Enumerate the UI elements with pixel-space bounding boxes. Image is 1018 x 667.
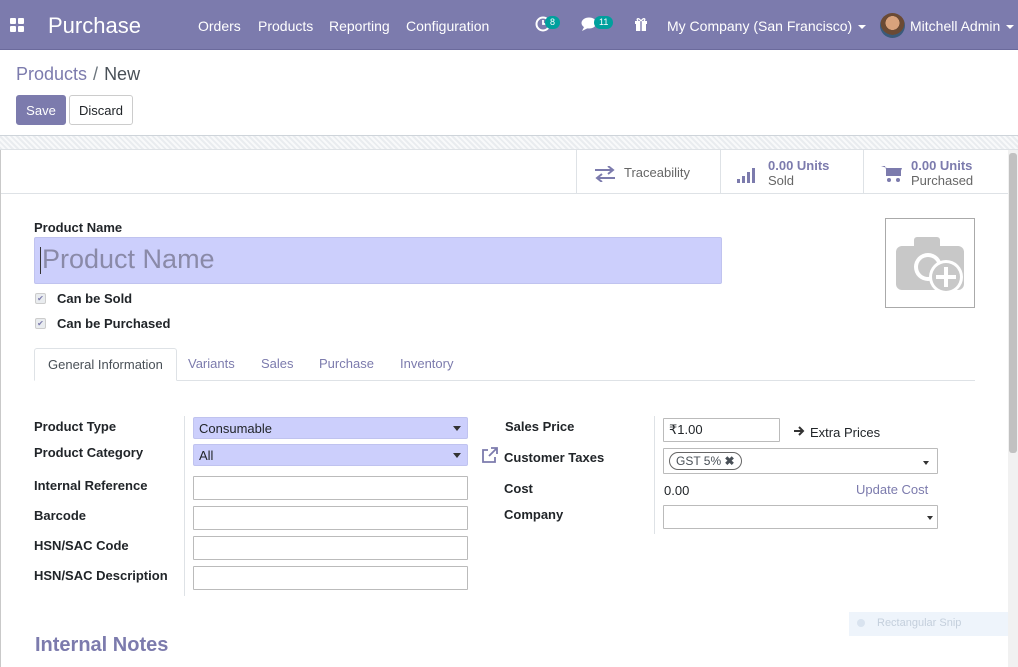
customer-taxes-label: Customer Taxes — [504, 450, 605, 465]
can-be-purchased-label: Can be Purchased — [57, 316, 171, 331]
user-menu[interactable]: Mitchell Admin — [910, 18, 1015, 34]
purchased-stat-button[interactable]: 0.00 Units Purchased — [863, 150, 1009, 194]
activity-badge: 8 — [545, 16, 561, 29]
traceability-label: Traceability — [624, 165, 690, 180]
menu-products[interactable]: Products — [258, 18, 313, 34]
text-cursor — [40, 247, 41, 275]
cost-value: 0.00 — [664, 483, 690, 498]
caret-down-icon — [453, 453, 461, 458]
signal-bars-icon — [737, 168, 755, 183]
chevron-down-icon — [1006, 25, 1015, 30]
stat-button-box: Traceability 0.00 Units Sold 0.00 Units … — [1, 150, 1009, 194]
barcode-input[interactable] — [193, 506, 468, 530]
breadcrumb-products[interactable]: Products — [16, 64, 87, 84]
sales-price-label: Sales Price — [505, 419, 575, 434]
barcode-label: Barcode — [34, 508, 87, 523]
caret-down-icon — [927, 516, 933, 520]
product-name-label: Product Name — [34, 220, 123, 235]
chevron-down-icon — [453, 426, 461, 431]
tab-inventory[interactable]: Inventory — [387, 348, 466, 381]
traceability-button[interactable]: Traceability — [576, 150, 720, 194]
menu-reporting[interactable]: Reporting — [329, 18, 390, 34]
save-button[interactable]: Save — [16, 95, 66, 125]
tab-general-information[interactable]: General Information — [34, 348, 177, 381]
tax-tag-label: GST 5% — [676, 454, 722, 468]
product-type-label: Product Type — [34, 419, 117, 434]
arrow-right-icon — [793, 425, 805, 440]
hsn-description-input[interactable] — [193, 566, 468, 590]
user-avatar[interactable] — [880, 13, 905, 38]
hsn-description-label: HSN/SAC Description — [34, 568, 168, 583]
customer-taxes-input[interactable]: GST 5% ✖ — [663, 448, 938, 474]
hsn-code-input[interactable] — [193, 536, 468, 560]
sales-price-input[interactable]: ₹1.00 — [663, 418, 780, 442]
tab-sales[interactable]: Sales — [248, 348, 307, 381]
snip-label: Rectangular Snip — [877, 617, 962, 629]
notebook-tabs: General Information Variants Sales Purch… — [34, 348, 975, 381]
external-link-icon[interactable] — [481, 447, 498, 467]
internal-reference-input[interactable] — [193, 476, 468, 500]
breadcrumb: Products / New — [16, 64, 140, 85]
product-type-value: Consumable — [199, 421, 272, 436]
company-name: My Company (San Francisco) — [667, 18, 853, 34]
group-divider — [654, 416, 655, 534]
product-category-value: All — [199, 448, 214, 463]
breadcrumb-current: New — [104, 64, 141, 84]
apps-grid-icon[interactable] — [10, 18, 24, 32]
remove-tag-icon[interactable]: ✖ — [724, 454, 734, 468]
top-navbar: Purchase Orders Products Reporting Confi… — [0, 0, 1018, 50]
app-brand[interactable]: Purchase — [48, 13, 141, 39]
breadcrumb-separator: / — [93, 64, 99, 84]
product-image-upload[interactable] — [885, 218, 975, 308]
messages-badge: 11 — [594, 16, 614, 29]
product-type-select[interactable]: Consumable — [193, 417, 468, 439]
extra-prices-button[interactable]: Extra Prices — [810, 425, 880, 440]
internal-notes-heading: Internal Notes — [35, 634, 169, 656]
purchased-label: Purchased — [911, 173, 974, 188]
can-be-sold-checkbox[interactable]: ✔ — [35, 293, 46, 304]
purchased-value: 0.00 Units — [911, 158, 973, 173]
internal-reference-label: Internal Reference — [34, 478, 148, 493]
cost-label: Cost — [504, 481, 533, 496]
hsn-code-label: HSN/SAC Code — [34, 538, 129, 553]
group-divider — [184, 416, 185, 596]
caret-down-icon — [923, 461, 929, 465]
sheet-background-strip — [0, 136, 1018, 150]
shopping-cart-icon — [881, 166, 902, 182]
company-switcher[interactable]: My Company (San Francisco) — [667, 18, 867, 34]
sold-label: Sold — [768, 173, 795, 188]
camera-plus-icon — [896, 237, 964, 294]
can-be-purchased-checkbox[interactable]: ✔ — [35, 318, 46, 329]
exchange-arrows-icon — [595, 166, 615, 182]
control-panel: Products / New Save Discard — [0, 50, 1018, 136]
gift-icon[interactable] — [634, 17, 648, 34]
product-name-input[interactable]: Product Name — [34, 237, 722, 284]
menu-configuration[interactable]: Configuration — [406, 18, 489, 34]
form-sheet: Traceability 0.00 Units Sold 0.00 Units … — [0, 150, 1017, 667]
snip-dot-icon — [857, 619, 865, 628]
tab-purchase[interactable]: Purchase — [306, 348, 387, 381]
tab-variants[interactable]: Variants — [175, 348, 248, 381]
sold-stat-button[interactable]: 0.00 Units Sold — [720, 150, 863, 194]
product-name-placeholder: Product Name — [42, 244, 215, 274]
scrollbar-thumb[interactable] — [1009, 153, 1017, 453]
update-cost-link[interactable]: Update Cost — [856, 482, 928, 497]
snip-tool-overlay: Rectangular Snip — [849, 612, 1017, 636]
user-name: Mitchell Admin — [910, 18, 1001, 34]
can-be-sold-label: Can be Sold — [57, 291, 133, 306]
sold-value: 0.00 Units — [768, 158, 830, 173]
discard-button[interactable]: Discard — [69, 95, 133, 125]
company-label: Company — [504, 507, 564, 522]
menu-orders[interactable]: Orders — [198, 18, 241, 34]
vertical-scrollbar[interactable] — [1008, 150, 1018, 667]
product-category-select[interactable]: All — [193, 444, 468, 466]
tax-tag: GST 5% ✖ — [669, 452, 742, 470]
chevron-down-icon — [858, 25, 867, 30]
product-category-label: Product Category — [34, 445, 144, 460]
company-select[interactable] — [663, 505, 938, 529]
